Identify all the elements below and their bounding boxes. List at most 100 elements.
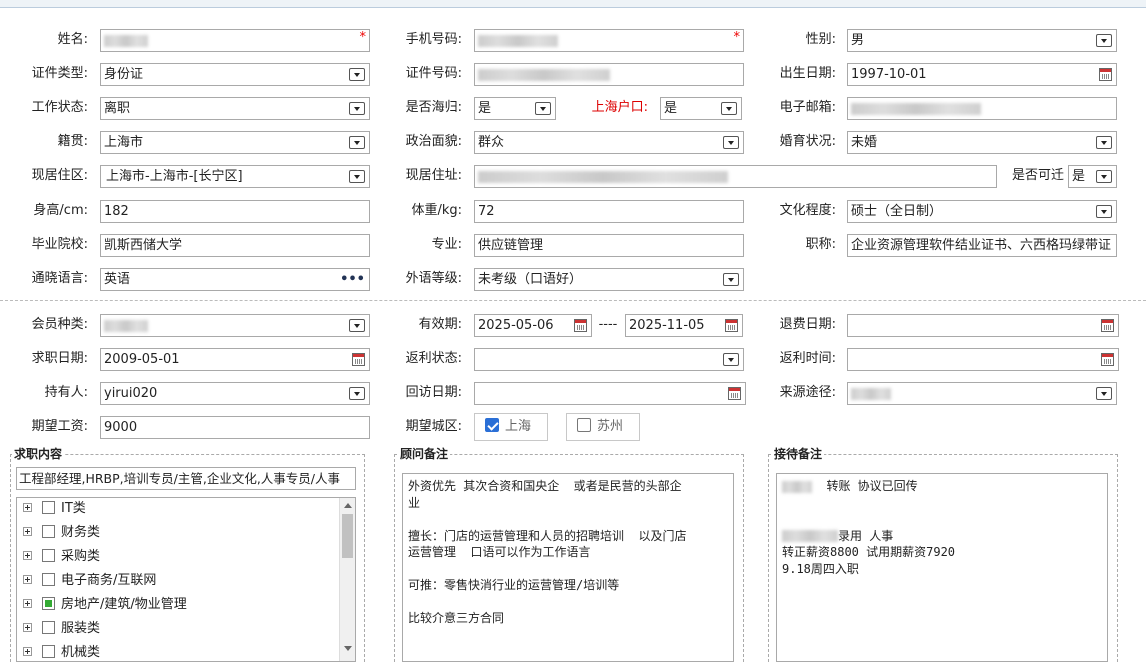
tree-item[interactable]: 电子商务/互联网 bbox=[23, 571, 156, 591]
reception-notes-textarea[interactable]: 转账 协议已回传 录用 人事 转正薪资8800 试用期薪资7920 9.18周四… bbox=[776, 473, 1108, 662]
holder-select[interactable]: yirui020 bbox=[100, 382, 370, 405]
chevron-down-icon[interactable] bbox=[349, 319, 365, 332]
expected-salary-field[interactable]: 9000 bbox=[100, 416, 370, 439]
redacted-name bbox=[104, 34, 148, 47]
foreign-level-select[interactable]: 未考级（口语好） bbox=[474, 268, 744, 291]
city-option-shanghai[interactable]: 上海 bbox=[474, 413, 548, 441]
calendar-icon[interactable] bbox=[1101, 319, 1114, 332]
school-field[interactable]: 凯斯西储大学 bbox=[100, 234, 370, 257]
checkbox-icon[interactable] bbox=[42, 501, 55, 514]
returnee-select[interactable]: 是 bbox=[474, 97, 556, 120]
chevron-down-icon[interactable] bbox=[723, 136, 739, 149]
id-number-label: 证件号码: bbox=[405, 66, 462, 81]
political-label: 政治面貌: bbox=[405, 134, 462, 149]
calendar-icon[interactable] bbox=[728, 387, 741, 400]
tree-item[interactable]: IT类 bbox=[23, 499, 86, 519]
relocate-select[interactable]: 是 bbox=[1068, 165, 1117, 188]
member-type-select[interactable] bbox=[100, 314, 370, 337]
hukou-select[interactable]: 是 bbox=[660, 97, 742, 120]
chevron-down-icon[interactable] bbox=[1096, 136, 1112, 149]
tree-item[interactable]: 财务类 bbox=[23, 523, 100, 543]
residence-address-field[interactable] bbox=[474, 165, 997, 188]
checkbox-icon[interactable] bbox=[42, 573, 55, 586]
calendar-icon[interactable] bbox=[352, 353, 365, 366]
calendar-icon[interactable] bbox=[1101, 353, 1114, 366]
language-label: 通晓语言: bbox=[31, 271, 88, 286]
redacted-source bbox=[851, 387, 891, 400]
birth-date-label: 出生日期: bbox=[779, 66, 836, 81]
source-select[interactable] bbox=[847, 382, 1117, 405]
chevron-down-icon[interactable] bbox=[535, 102, 551, 115]
calendar-icon[interactable] bbox=[725, 319, 738, 332]
chevron-down-icon[interactable] bbox=[1096, 205, 1112, 218]
valid-from-field[interactable]: 2025-05-06 bbox=[474, 314, 592, 337]
checkbox-partial-icon[interactable] bbox=[42, 597, 55, 610]
more-dots-icon[interactable]: ••• bbox=[340, 269, 365, 290]
tree-scrollbar[interactable] bbox=[339, 498, 355, 661]
chevron-down-icon[interactable] bbox=[723, 273, 739, 286]
job-date-field[interactable]: 2009-05-01 bbox=[100, 348, 370, 371]
title-field[interactable]: 企业资源管理软件结业证书、六西格玛绿带证 bbox=[847, 234, 1117, 257]
expand-icon[interactable] bbox=[23, 599, 32, 608]
calendar-icon[interactable] bbox=[1099, 68, 1112, 81]
birth-date-field[interactable]: 1997-10-01 bbox=[847, 63, 1117, 86]
rebate-status-select[interactable] bbox=[474, 348, 744, 371]
gender-select[interactable]: 男 bbox=[847, 29, 1117, 52]
scroll-down-icon[interactable] bbox=[344, 646, 352, 651]
marital-select[interactable]: 未婚 bbox=[847, 131, 1117, 154]
visit-date-field[interactable] bbox=[474, 382, 746, 405]
chevron-down-icon[interactable] bbox=[349, 387, 365, 400]
name-field[interactable]: * bbox=[100, 29, 370, 52]
advisor-notes-textarea[interactable]: 外资优先 其次合资和国央企 或者是民营的头部企 业 擅长：门店的运营管理和人员的… bbox=[402, 473, 734, 662]
expand-icon[interactable] bbox=[23, 575, 32, 584]
job-category-tree[interactable]: IT类 财务类 采购类 电子商务/互联网 房地产/建筑/物业管理 服装类 机械类 bbox=[16, 497, 356, 662]
political-select[interactable]: 群众 bbox=[474, 131, 744, 154]
checkbox-icon[interactable] bbox=[42, 549, 55, 562]
checkbox-checked-icon[interactable] bbox=[485, 418, 499, 432]
id-type-select[interactable]: 身份证 bbox=[100, 63, 370, 86]
chevron-down-icon[interactable] bbox=[1096, 387, 1112, 400]
language-field[interactable]: 英语 ••• bbox=[100, 268, 370, 291]
checkbox-unchecked-icon[interactable] bbox=[577, 418, 591, 432]
tree-item[interactable]: 机械类 bbox=[23, 643, 100, 661]
expand-icon[interactable] bbox=[23, 647, 32, 656]
tree-item[interactable]: 服装类 bbox=[23, 619, 100, 639]
rebate-time-field[interactable] bbox=[847, 348, 1119, 371]
chevron-down-icon[interactable] bbox=[349, 136, 365, 149]
checkbox-icon[interactable] bbox=[42, 621, 55, 634]
tree-item[interactable]: 采购类 bbox=[23, 547, 100, 567]
weight-field[interactable]: 72 bbox=[474, 200, 744, 223]
phone-field[interactable]: * bbox=[474, 29, 744, 52]
major-field[interactable]: 供应链管理 bbox=[474, 234, 744, 257]
refund-date-field[interactable] bbox=[847, 314, 1119, 337]
native-place-select[interactable]: 上海市 bbox=[100, 131, 370, 154]
email-field[interactable] bbox=[847, 97, 1117, 120]
chevron-down-icon[interactable] bbox=[1096, 170, 1112, 183]
required-mark: * bbox=[359, 30, 367, 45]
scroll-up-icon[interactable] bbox=[344, 503, 352, 508]
checkbox-icon[interactable] bbox=[42, 645, 55, 658]
tree-item[interactable]: 房地产/建筑/物业管理 bbox=[23, 595, 187, 615]
calendar-icon[interactable] bbox=[574, 319, 587, 332]
work-status-select[interactable]: 离职 bbox=[100, 97, 370, 120]
expand-icon[interactable] bbox=[23, 503, 32, 512]
chevron-down-icon[interactable] bbox=[349, 68, 365, 81]
valid-to-field[interactable]: 2025-11-05 bbox=[625, 314, 743, 337]
chevron-down-icon[interactable] bbox=[721, 102, 737, 115]
height-field[interactable]: 182 bbox=[100, 200, 370, 223]
email-label: 电子邮箱: bbox=[779, 100, 836, 115]
job-content-selected[interactable]: 工程部经理,HRBP,培训专员/主管,企业文化,人事专员/人事 bbox=[16, 467, 356, 490]
chevron-down-icon[interactable] bbox=[1096, 34, 1112, 47]
residence-area-select[interactable]: 上海市-上海市-[长宁区] bbox=[100, 165, 370, 188]
chevron-down-icon[interactable] bbox=[723, 353, 739, 366]
scrollbar-thumb[interactable] bbox=[342, 514, 353, 558]
id-number-field[interactable] bbox=[474, 63, 744, 86]
expand-icon[interactable] bbox=[23, 551, 32, 560]
expand-icon[interactable] bbox=[23, 623, 32, 632]
city-option-suzhou[interactable]: 苏州 bbox=[566, 413, 640, 441]
chevron-down-icon[interactable] bbox=[349, 102, 365, 115]
expand-icon[interactable] bbox=[23, 527, 32, 536]
checkbox-icon[interactable] bbox=[42, 525, 55, 538]
education-select[interactable]: 硕士（全日制） bbox=[847, 200, 1117, 223]
chevron-down-icon[interactable] bbox=[349, 170, 365, 183]
